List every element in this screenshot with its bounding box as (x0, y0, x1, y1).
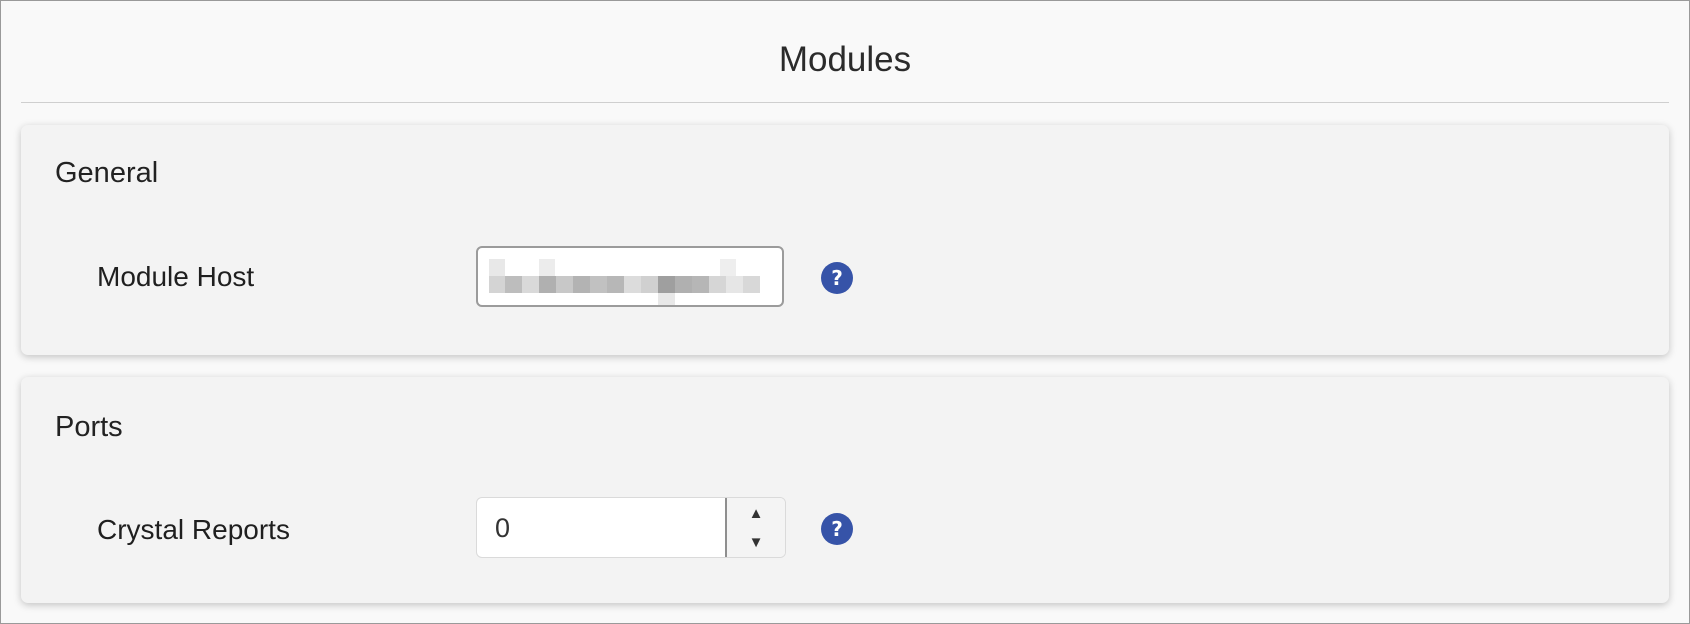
crystal-reports-label: Crystal Reports (97, 514, 290, 545)
general-section-title: General (55, 157, 159, 189)
increment-arrow-icon[interactable]: ▲ (727, 499, 785, 528)
modules-panel: Modules General Module Host ? Ports Crys… (0, 0, 1690, 624)
ports-section-title: Ports (55, 411, 123, 443)
module-host-input[interactable] (476, 246, 784, 307)
crystal-reports-help-icon[interactable]: ? (821, 513, 853, 545)
general-card: General Module Host ? (21, 125, 1669, 355)
decrement-arrow-icon[interactable]: ▼ (727, 528, 785, 557)
ports-card: Ports Crystal Reports 0 ▲ ▼ ? (21, 377, 1669, 603)
module-host-help-icon[interactable]: ? (821, 262, 853, 294)
page-title: Modules (21, 1, 1669, 103)
module-host-label: Module Host (97, 261, 255, 292)
crystal-reports-port-input[interactable]: 0 ▲ ▼ (476, 497, 786, 558)
port-stepper: ▲ ▼ (725, 498, 785, 557)
crystal-reports-port-value[interactable]: 0 (495, 498, 510, 557)
